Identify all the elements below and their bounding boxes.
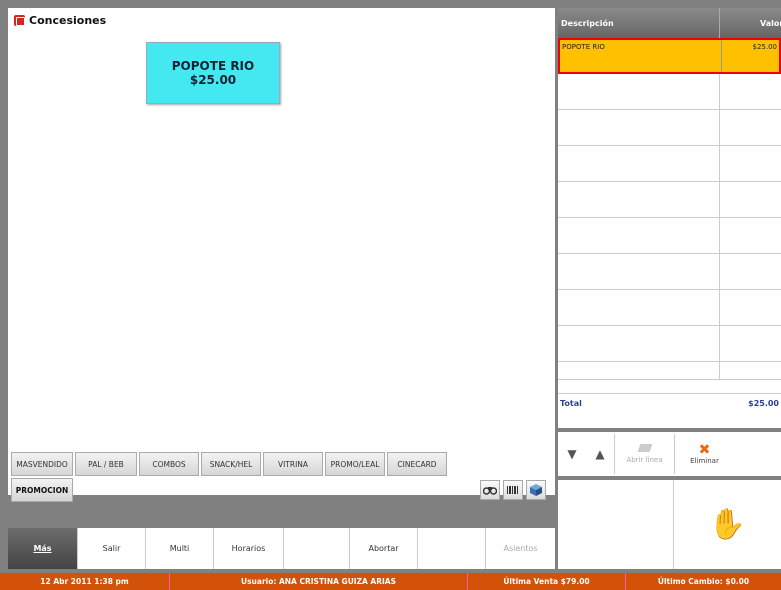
bottom-menu: Más Salir Multi Horarios Abortar Asiento…: [8, 528, 555, 569]
category-masvendido[interactable]: MASVENDIDO: [11, 452, 73, 476]
blank-area: [558, 480, 674, 569]
menu-salir[interactable]: Salir: [78, 528, 146, 569]
header-value: Valor: [760, 19, 781, 28]
product-button-popote-rio[interactable]: POPOTE RIO $25.00: [146, 42, 280, 104]
concessions-logo-icon: [14, 15, 25, 26]
order-row-empty[interactable]: [558, 74, 781, 110]
order-row-empty[interactable]: [558, 146, 781, 182]
binoculars-icon[interactable]: [480, 480, 500, 500]
order-row-empty[interactable]: [558, 362, 781, 380]
open-line-button[interactable]: Abrir línea: [614, 434, 674, 474]
order-row-empty[interactable]: [558, 290, 781, 326]
delete-icon: ✖: [698, 442, 711, 458]
menu-mas[interactable]: Más: [8, 528, 78, 569]
total-row: Total $25.00: [558, 393, 781, 421]
order-row-empty[interactable]: [558, 326, 781, 362]
grid-header: Descripción Valor: [558, 8, 781, 38]
total-value: $25.00: [748, 399, 779, 408]
category-cinecard[interactable]: CINECARD: [387, 452, 447, 476]
box-icon[interactable]: [526, 480, 546, 500]
tool-icons: [480, 480, 546, 500]
product-panel: Concesiones POPOTE RIO $25.00 MASVENDIDO…: [8, 8, 555, 502]
status-last-sale: Última Venta $79.00: [468, 573, 626, 590]
status-user: Usuario: ANA CRISTINA GUIZA ARIAS: [170, 573, 468, 590]
pencil-icon: [637, 444, 652, 452]
promo-row: PROMOCION: [11, 478, 552, 502]
category-promo-leal[interactable]: PROMO/LEAL: [325, 452, 385, 476]
row-description: POPOTE RIO: [560, 40, 722, 72]
chevron-up-icon[interactable]: ▲: [586, 434, 614, 474]
order-actions: ▼ ▲ Abrir línea ✖ Eliminar: [558, 432, 781, 476]
category-tabs: MASVENDIDO PAL / BEB COMBOS SNACK/HEL VI…: [11, 452, 447, 476]
order-row-selected[interactable]: POPOTE RIO $25.00: [558, 38, 781, 74]
menu-abortar[interactable]: Abortar: [350, 528, 418, 569]
open-line-label: Abrir línea: [626, 456, 663, 464]
menu-multi[interactable]: Multi: [146, 528, 214, 569]
status-last-change: Último Cambio: $0.00: [657, 577, 750, 586]
delete-label: Eliminar: [690, 457, 719, 465]
category-pal-beb[interactable]: PAL / BEB: [75, 452, 137, 476]
order-row-empty[interactable]: [558, 110, 781, 146]
category-vitrina[interactable]: VITRINA: [263, 452, 323, 476]
window-title-text: Concesiones: [29, 14, 107, 27]
status-datetime: 12 Abr 2011 1:38 pm: [0, 573, 170, 590]
order-grid: Descripción Valor POPOTE RIO $25.00 Tota…: [558, 8, 781, 428]
product-price: $25.00: [189, 73, 237, 87]
menu-horarios[interactable]: Horarios: [214, 528, 284, 569]
hand-icon[interactable]: ✋: [674, 480, 781, 569]
total-label: Total: [560, 399, 582, 408]
menu-asientos[interactable]: Asientos: [486, 528, 555, 569]
status-bar: 12 Abr 2011 1:38 pm Usuario: ANA CRISTIN…: [0, 573, 781, 590]
category-combos[interactable]: COMBOS: [139, 452, 199, 476]
barcode-icon[interactable]: [503, 480, 523, 500]
order-row-empty[interactable]: [558, 218, 781, 254]
header-description: Descripción: [558, 8, 720, 38]
category-snack-hel[interactable]: SNACK/HEL: [201, 452, 261, 476]
window-title: Concesiones: [14, 14, 106, 27]
bottom-right-panel: ✋: [558, 480, 781, 569]
order-row-empty[interactable]: [558, 254, 781, 290]
product-name: POPOTE RIO: [171, 58, 255, 73]
menu-empty-1[interactable]: [284, 528, 350, 569]
delete-button[interactable]: ✖ Eliminar: [674, 434, 734, 474]
row-value: $25.00: [752, 43, 778, 51]
order-row-empty[interactable]: [558, 182, 781, 218]
menu-empty-2[interactable]: [418, 528, 486, 569]
chevron-down-icon[interactable]: ▼: [558, 434, 586, 474]
category-promocion[interactable]: PROMOCION: [11, 478, 73, 502]
